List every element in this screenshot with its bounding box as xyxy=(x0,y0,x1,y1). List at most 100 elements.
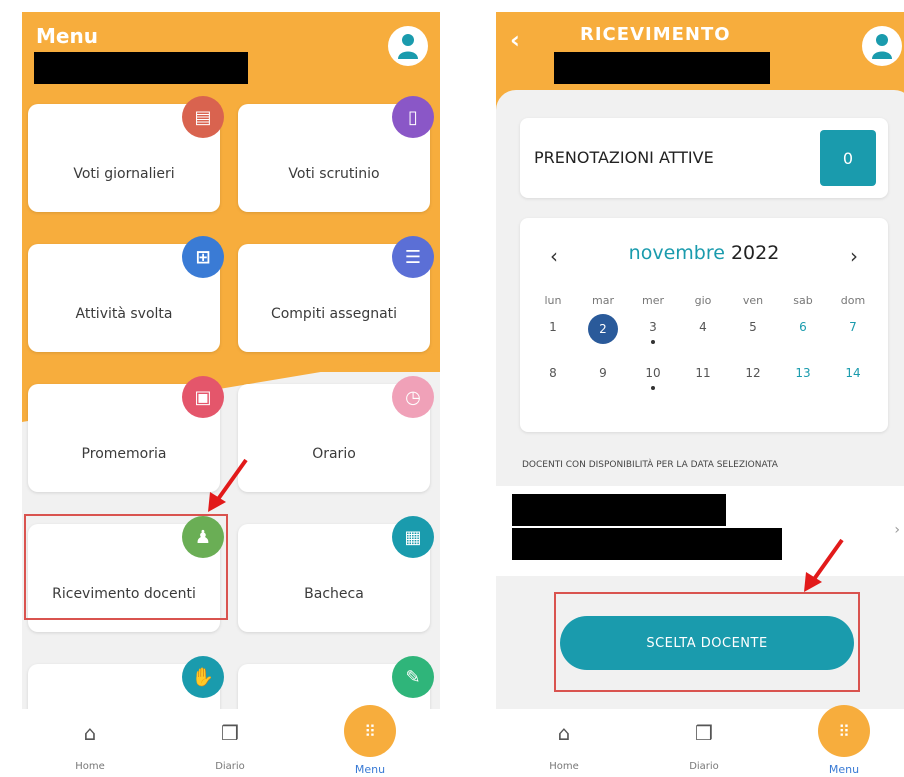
doc-edit-icon: ✎ xyxy=(392,656,434,698)
tile-compiti-assegnati[interactable]: ☰ Compiti assegnati xyxy=(238,236,434,352)
tile-label: Voti giornalieri xyxy=(73,166,175,182)
month-name: novembre xyxy=(628,242,725,264)
redacted-teacher-detail xyxy=(512,528,782,560)
tile-bacheca[interactable]: ▦ Bacheca xyxy=(238,516,434,632)
nav-diario[interactable]: ❒ Diario xyxy=(190,719,270,772)
calendar-day[interactable]: 4 xyxy=(678,320,728,334)
day-number: 1 xyxy=(549,320,557,334)
page-title: RICEVIMENTO xyxy=(580,24,731,45)
calendar-day[interactable]: 6 xyxy=(778,320,828,334)
calendar-month-label: novembre 2022 xyxy=(520,242,888,264)
prenotazioni-card: PRENOTAZIONI ATTIVE 0 xyxy=(520,118,888,198)
calendar-day[interactable]: 1 xyxy=(528,320,578,334)
weekday-header: lun mar mer gio ven sab dom xyxy=(528,294,880,316)
chevron-right-icon: › xyxy=(894,522,900,538)
home-icon: ⌂ xyxy=(557,721,571,745)
day-number: 6 xyxy=(799,320,807,334)
document-icon: ▯ xyxy=(392,96,434,138)
calendar-day-selected[interactable]: 2 xyxy=(578,314,628,344)
chevron-right-icon: › xyxy=(850,244,858,268)
user-icon xyxy=(398,34,418,59)
day-number: 14 xyxy=(845,366,861,380)
user-icon xyxy=(872,34,892,59)
calendar-card: ‹ novembre 2022 › lun mar mer gio ven sa… xyxy=(520,218,888,432)
tile-label: Orario xyxy=(312,446,356,462)
home-icon: ⌂ xyxy=(83,721,97,745)
highlight-box xyxy=(24,514,228,620)
calendar-day[interactable]: 7 xyxy=(828,320,878,334)
tile-label: Promemoria xyxy=(81,446,167,462)
grid-icon: ⠿ xyxy=(344,705,396,757)
tile-label: Bacheca xyxy=(304,586,364,602)
calendar-week: 1 2 3 4 5 6 7 xyxy=(528,314,880,362)
next-month-button[interactable]: › xyxy=(850,244,858,268)
chevron-left-icon: ‹ xyxy=(510,26,520,54)
weekday-label: mar xyxy=(592,294,614,307)
calendar-day[interactable]: 5 xyxy=(728,320,778,334)
menu-screen: Menu ▤ Voti giornalieri ▯ Voti scrutinio… xyxy=(22,12,440,777)
journal-icon: ▤ xyxy=(182,96,224,138)
nav-label: Diario xyxy=(689,761,719,772)
prenotazioni-count-badge[interactable]: 0 xyxy=(820,130,876,186)
nav-diario[interactable]: ❒ Diario xyxy=(664,719,744,772)
nav-label: Menu xyxy=(828,763,860,776)
nav-label: Menu xyxy=(354,763,386,776)
avatar[interactable] xyxy=(862,26,902,66)
prenotazioni-label: PRENOTAZIONI ATTIVE xyxy=(534,148,714,167)
tile-promemoria[interactable]: ▣ Promemoria xyxy=(28,376,224,492)
back-button[interactable]: ‹ xyxy=(510,26,520,54)
bottom-nav: ⌂ Home ❒ Diario ⠿ Menu xyxy=(496,705,904,777)
calendar-day[interactable]: 9 xyxy=(578,366,628,380)
page-title: Menu xyxy=(36,24,98,48)
calendar-day[interactable]: 10 xyxy=(628,366,678,390)
nav-label: Home xyxy=(549,761,579,772)
grid-icon: ⠿ xyxy=(818,705,870,757)
calendar-day[interactable]: 11 xyxy=(678,366,728,380)
day-number: 12 xyxy=(745,366,761,380)
weekday-label: lun xyxy=(544,294,562,307)
availability-dot xyxy=(651,386,655,390)
scelta-docente-button[interactable]: SCELTA DOCENTE xyxy=(560,616,854,670)
calendar-day[interactable]: 8 xyxy=(528,366,578,380)
redacted-name xyxy=(554,52,770,84)
redacted-name xyxy=(34,52,248,84)
day-number: 10 xyxy=(645,366,661,380)
day-number: 4 xyxy=(699,320,707,334)
weekday-label: sab xyxy=(793,294,813,307)
docenti-section-header: DOCENTI CON DISPONIBILITÀ PER LA DATA SE… xyxy=(522,460,778,470)
day-number: 7 xyxy=(849,320,857,334)
calendar-icon: ▣ xyxy=(182,376,224,418)
day-number: 5 xyxy=(749,320,757,334)
ricevimento-screen: ‹ RICEVIMENTO PRENOTAZIONI ATTIVE 0 ‹ no… xyxy=(496,12,904,777)
nav-home[interactable]: ⌂ Home xyxy=(524,719,604,772)
tile-attivita-svolta[interactable]: ⊞ Attività svolta xyxy=(28,236,224,352)
day-number: 13 xyxy=(795,366,811,380)
nav-label: Diario xyxy=(215,761,245,772)
calendar-grid: lun mar mer gio ven sab dom 1 2 3 4 5 6 … xyxy=(528,294,880,408)
tile-label: Attività svolta xyxy=(75,306,173,322)
tile-voti-giornalieri[interactable]: ▤ Voti giornalieri xyxy=(28,96,224,212)
nav-home[interactable]: ⌂ Home xyxy=(50,719,130,772)
availability-dot xyxy=(651,340,655,344)
calendar-day[interactable]: 14 xyxy=(828,366,878,380)
annotation-arrow xyxy=(208,458,248,512)
weekday-label: mer xyxy=(641,294,664,307)
tile-label: Compiti assegnati xyxy=(270,306,398,322)
weekday-label: ven xyxy=(742,294,764,307)
book-icon: ❒ xyxy=(695,721,713,745)
clock-icon: ◷ xyxy=(392,376,434,418)
tile-label: Voti scrutinio xyxy=(288,166,380,182)
calendar-day[interactable]: 12 xyxy=(728,366,778,380)
calendar-week: 8 9 10 11 12 13 14 xyxy=(528,362,880,408)
calendar-day[interactable]: 3 xyxy=(628,320,678,344)
year: 2022 xyxy=(730,242,780,264)
tile-voti-scrutinio[interactable]: ▯ Voti scrutinio xyxy=(238,96,434,212)
calendar-day[interactable]: 13 xyxy=(778,366,828,380)
tile-orario[interactable]: ◷ Orario xyxy=(238,376,434,492)
avatar[interactable] xyxy=(388,26,428,66)
weekday-label: dom xyxy=(840,294,866,307)
nav-label: Home xyxy=(75,761,105,772)
hand-icon: ✋ xyxy=(182,656,224,698)
annotation-arrow xyxy=(804,538,844,592)
day-number: 3 xyxy=(649,320,657,334)
